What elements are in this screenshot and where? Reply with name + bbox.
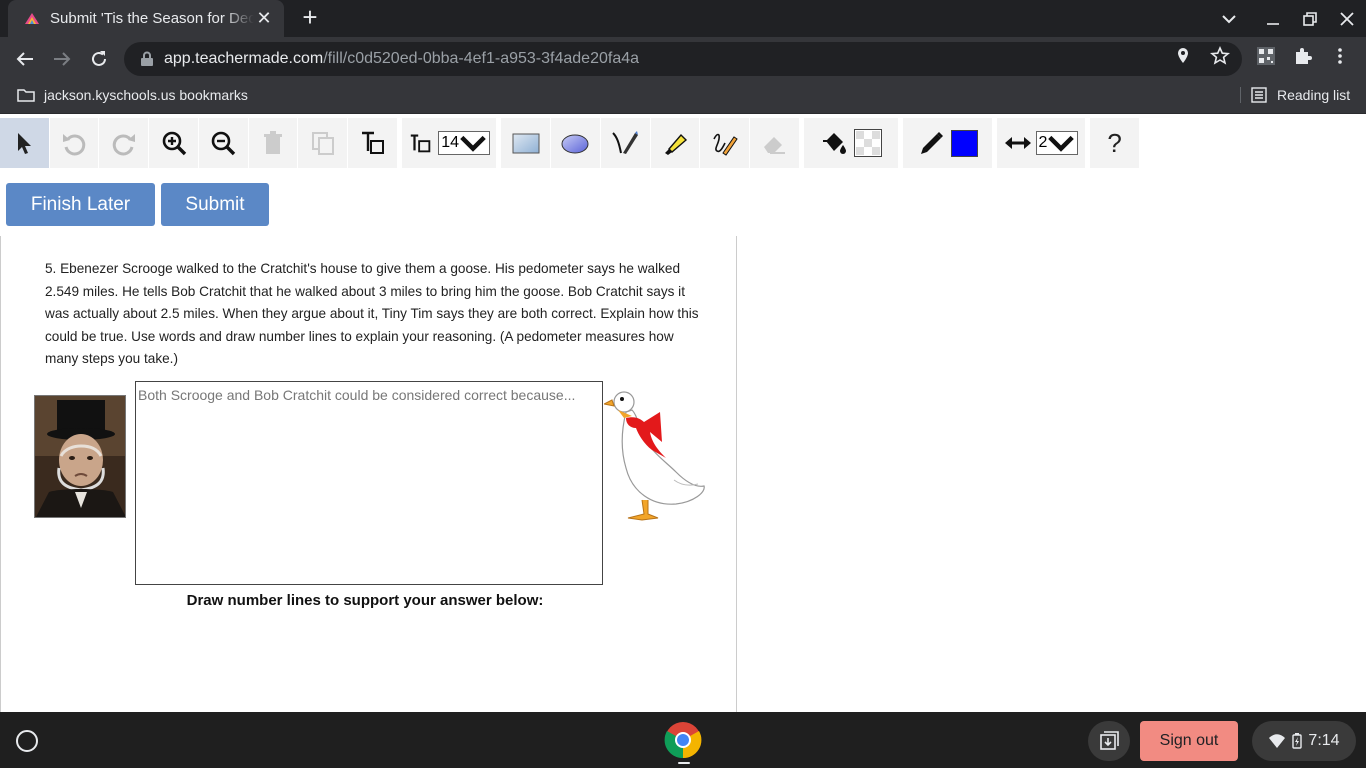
- stroke-pen-icon[interactable]: [917, 129, 945, 157]
- tab-close-icon[interactable]: ✕: [254, 8, 274, 29]
- new-tab-icon[interactable]: +: [298, 4, 322, 30]
- tab-search-icon[interactable]: [1209, 0, 1249, 37]
- goose-with-bow-image: [602, 388, 708, 522]
- trash-icon: [264, 131, 283, 154]
- text-box-tool-button[interactable]: [348, 118, 398, 168]
- zoom-out-icon: [211, 131, 236, 156]
- url-path: /fill/c0d520ed-0bba-4ef1-a953-3f4ade20fa…: [323, 50, 640, 67]
- fill-group: [803, 118, 900, 168]
- running-indicator: [678, 762, 690, 764]
- close-window-icon[interactable]: [1327, 0, 1366, 37]
- teachermade-favicon-icon: [25, 12, 39, 24]
- minimize-icon[interactable]: [1253, 0, 1293, 37]
- pen-icon: [612, 131, 639, 154]
- line-width-arrows-icon: [1004, 137, 1031, 149]
- browser-tab[interactable]: Submit 'Tis the Season for Decimals ✕: [8, 0, 284, 37]
- question-text: 5. Ebenezer Scrooge walked to the Cratch…: [45, 261, 699, 367]
- bookmarks-folder[interactable]: jackson.kyschools.us bookmarks: [17, 87, 248, 103]
- holding-space-icon: [1100, 731, 1119, 750]
- number-line-prompt: Draw number lines to support your answer…: [1, 592, 731, 609]
- url-host: app.teachermade.com: [164, 50, 324, 67]
- chevron-down-icon: [460, 135, 486, 152]
- stroke-color-swatch[interactable]: [950, 129, 978, 157]
- rectangle-tool-button[interactable]: [501, 118, 552, 168]
- zoom-in-button[interactable]: [149, 118, 199, 168]
- redo-button[interactable]: [99, 118, 150, 168]
- highlighter-tool-button[interactable]: [650, 118, 701, 168]
- address-bar[interactable]: app.teachermade.com/fill/c0d520ed-0bba-4…: [124, 42, 1242, 76]
- font-size-value: 14: [441, 134, 459, 151]
- fill-bucket-icon[interactable]: [820, 129, 848, 157]
- worksheet-page: 5. Ebenezer Scrooge walked to the Cratch…: [0, 236, 737, 712]
- highlighter-icon: [664, 133, 687, 155]
- bookmark-star-icon[interactable]: [1209, 46, 1231, 66]
- drawing-toolbar: 14 2 ?: [0, 118, 1140, 168]
- chrome-browser-icon[interactable]: [664, 721, 702, 759]
- browser-toolbar: app.teachermade.com/fill/c0d520ed-0bba-4…: [0, 37, 1366, 81]
- battery-icon: [1292, 733, 1303, 749]
- line-width-group: 2: [996, 118, 1087, 168]
- line-width-select[interactable]: 2: [1035, 131, 1079, 155]
- copy-icon: [311, 132, 334, 155]
- undo-button[interactable]: [49, 118, 100, 168]
- bookmarks-folder-label: jackson.kyschools.us bookmarks: [44, 87, 248, 103]
- submit-button[interactable]: Submit: [161, 183, 269, 226]
- rectangle-icon: [512, 133, 540, 154]
- duplicate-button[interactable]: [298, 118, 349, 168]
- help-button[interactable]: ?: [1090, 118, 1140, 168]
- sign-out-button[interactable]: Sign out: [1140, 721, 1238, 761]
- clock-time: 7:14: [1308, 732, 1340, 749]
- launcher-circle-icon[interactable]: [16, 730, 38, 752]
- chevron-down-icon: [1048, 135, 1075, 152]
- answer-text-input[interactable]: [135, 381, 603, 585]
- menu-kebab-icon[interactable]: [1330, 46, 1350, 66]
- system-shelf: Sign out 7:14: [0, 712, 1366, 768]
- cursor-arrow-icon: [18, 133, 32, 154]
- pen-tool-button[interactable]: [600, 118, 651, 168]
- bookmarks-bar: jackson.kyschools.us bookmarks Reading l…: [0, 81, 1366, 114]
- zoom-out-button[interactable]: [198, 118, 249, 168]
- transparent-fill-swatch-icon[interactable]: [853, 129, 882, 157]
- browser-tab-bar: Submit 'Tis the Season for Decimals ✕ +: [0, 0, 1366, 37]
- forward-icon[interactable]: [48, 45, 76, 73]
- status-tray[interactable]: 7:14: [1252, 721, 1356, 761]
- location-pin-icon[interactable]: [1173, 46, 1193, 66]
- number-line-prompt-text: Draw number lines to support your answer…: [186, 592, 544, 609]
- line-width-value: 2: [1038, 134, 1048, 151]
- stroke-color-group: [903, 118, 993, 168]
- reading-list-icon: [1251, 87, 1267, 103]
- wifi-icon: [1269, 734, 1286, 748]
- reading-list-label: Reading list: [1277, 87, 1351, 103]
- text-box-icon: [361, 131, 384, 154]
- tab-title: Submit 'Tis the Season for Decimals: [50, 10, 254, 27]
- eraser-icon: [764, 137, 786, 154]
- reading-list[interactable]: Reading list: [1240, 87, 1350, 103]
- back-icon[interactable]: [11, 45, 39, 73]
- undo-icon: [63, 134, 86, 156]
- reload-icon[interactable]: [85, 45, 113, 73]
- font-size-group: 14: [401, 118, 498, 168]
- extensions-puzzle-icon[interactable]: [1293, 46, 1313, 66]
- finish-later-button[interactable]: Finish Later: [6, 183, 155, 226]
- ellipse-icon: [561, 134, 589, 154]
- pencil-scribble-icon: [712, 133, 738, 156]
- lock-icon[interactable]: [140, 51, 154, 67]
- delete-button[interactable]: [248, 118, 299, 168]
- scrooge-portrait-image: [34, 395, 126, 518]
- eraser-tool-button[interactable]: [750, 118, 800, 168]
- restore-icon[interactable]: [1290, 0, 1330, 37]
- freehand-tool-button[interactable]: [700, 118, 751, 168]
- zoom-in-icon: [162, 131, 186, 156]
- folder-icon: [17, 89, 35, 102]
- extension-qr-icon[interactable]: [1256, 46, 1276, 66]
- holding-space-button[interactable]: [1088, 721, 1130, 761]
- redo-icon: [112, 134, 135, 156]
- font-size-select[interactable]: 14: [438, 131, 490, 155]
- ellipse-tool-button[interactable]: [551, 118, 601, 168]
- select-tool-button[interactable]: [0, 118, 50, 168]
- font-size-icon: [410, 134, 431, 153]
